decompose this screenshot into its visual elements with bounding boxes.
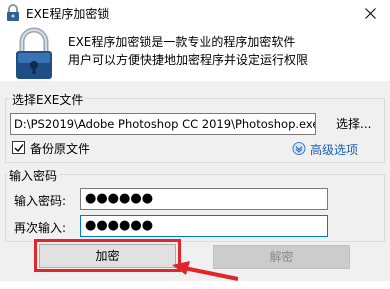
advanced-options-label: 高级选项 bbox=[310, 143, 359, 157]
advanced-options-icon bbox=[292, 142, 306, 155]
title-bar: EXE程序加密锁 bbox=[0, 0, 390, 27]
window-title: EXE程序加密锁 bbox=[26, 7, 110, 21]
confirm-password-input[interactable]: ●●●●●● bbox=[80, 215, 328, 237]
file-group-label: 选择EXE文件 bbox=[10, 91, 86, 108]
header-panel: EXE程序加密锁是一款专业的程序加密软件 用户可以方便快捷地加密程序并设定运行权… bbox=[0, 27, 390, 81]
exe-path-field[interactable]: D:\PS2019\Adobe Photoshop CC 2019\Photos… bbox=[10, 113, 316, 135]
password-input[interactable]: ●●●●●● bbox=[80, 188, 328, 210]
description-line-1: EXE程序加密锁是一款专业的程序加密软件 bbox=[68, 35, 296, 49]
password-label: 输入密码: bbox=[14, 194, 67, 208]
padlock-icon bbox=[16, 27, 52, 79]
backup-label: 备份原文件 bbox=[30, 142, 91, 156]
checkmark-icon bbox=[14, 144, 24, 153]
app-window: EXE程序加密锁 EXE程序加密锁是一款专业的程序加密软件 用户可以方便快捷地加… bbox=[0, 0, 390, 289]
description-line-2: 用户可以方便快捷地加密程序并设定运行权限 bbox=[68, 53, 309, 67]
browse-button[interactable]: 选择... bbox=[336, 115, 371, 132]
red-arrow-icon bbox=[172, 261, 239, 281]
app-lock-icon bbox=[7, 4, 19, 21]
close-icon bbox=[365, 8, 376, 19]
encrypt-button[interactable]: 加密 bbox=[39, 244, 176, 268]
close-button[interactable] bbox=[352, 0, 390, 27]
password-group-label: 输入密码 bbox=[7, 167, 60, 184]
backup-checkbox[interactable] bbox=[12, 141, 25, 154]
bottom-strip bbox=[0, 281, 390, 289]
confirm-password-label: 再次输入: bbox=[14, 221, 67, 235]
